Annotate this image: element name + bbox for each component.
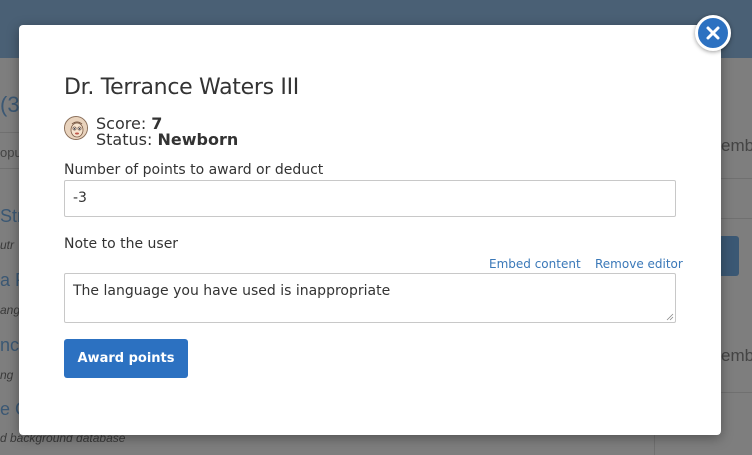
background-text: emb [721,346,752,365]
background-text: ng [0,368,14,382]
embed-content-link[interactable]: Embed content [489,257,581,271]
background-text: (3 [0,92,20,117]
note-label: Note to the user [64,236,179,252]
status-value: Newborn [157,130,239,149]
points-input[interactable]: -3 [64,180,676,217]
background-divider-line [721,178,752,179]
award-points-modal: Dr. Terrance Waters III Score: 7 Status:… [19,25,721,435]
user-avatar [64,116,88,140]
background-text: ang [0,303,21,317]
background-text: utr [0,238,15,252]
resize-grip-icon[interactable] [666,313,674,321]
modal-title: Dr. Terrance Waters III [64,75,299,100]
note-text: The language you have used is inappropri… [73,283,391,299]
status-label: Status: [96,130,153,149]
points-label: Number of points to award or deduct [64,162,324,178]
remove-editor-link[interactable]: Remove editor [595,257,683,271]
background-divider-line [0,168,19,169]
note-textarea[interactable]: The language you have used is inappropri… [64,273,676,323]
background-divider-line [721,392,752,393]
background-text: emb [721,136,752,155]
award-points-button[interactable]: Award points [64,339,188,378]
background-text: nc [0,335,20,355]
background-divider-line [721,218,752,219]
status-line: Status: Newborn [96,130,238,149]
close-button[interactable] [695,15,731,51]
background-divider-line [0,132,19,133]
close-icon [706,26,720,40]
